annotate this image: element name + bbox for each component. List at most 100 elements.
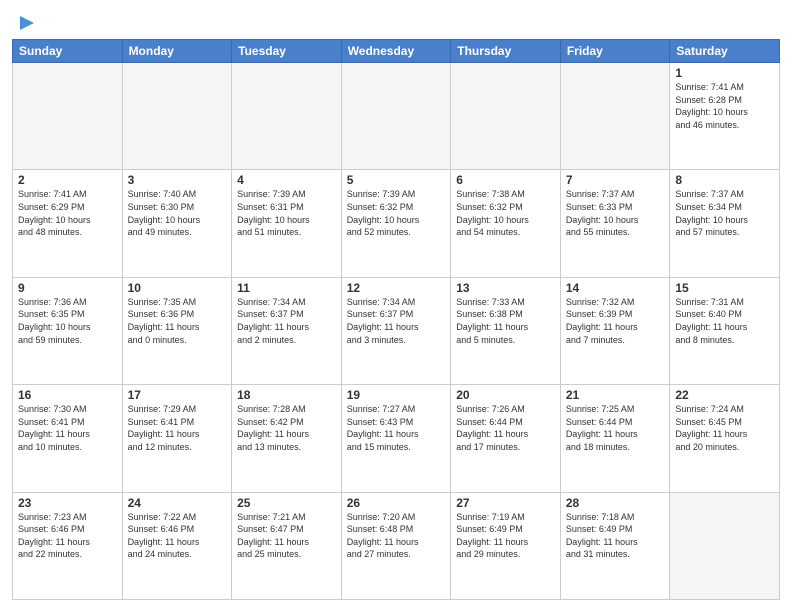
day-number: 4: [237, 173, 336, 187]
day-info: Sunrise: 7:40 AM Sunset: 6:30 PM Dayligh…: [128, 188, 227, 238]
day-number: 27: [456, 496, 555, 510]
day-cell: 26Sunrise: 7:20 AM Sunset: 6:48 PM Dayli…: [341, 492, 451, 599]
day-info: Sunrise: 7:25 AM Sunset: 6:44 PM Dayligh…: [566, 403, 665, 453]
day-number: 19: [347, 388, 446, 402]
day-number: 3: [128, 173, 227, 187]
day-info: Sunrise: 7:22 AM Sunset: 6:46 PM Dayligh…: [128, 511, 227, 561]
day-cell: 5Sunrise: 7:39 AM Sunset: 6:32 PM Daylig…: [341, 170, 451, 277]
day-number: 18: [237, 388, 336, 402]
day-cell: 25Sunrise: 7:21 AM Sunset: 6:47 PM Dayli…: [232, 492, 342, 599]
day-info: Sunrise: 7:35 AM Sunset: 6:36 PM Dayligh…: [128, 296, 227, 346]
day-number: 8: [675, 173, 774, 187]
week-row-3: 16Sunrise: 7:30 AM Sunset: 6:41 PM Dayli…: [13, 385, 780, 492]
weekday-header-thursday: Thursday: [451, 40, 561, 63]
day-cell: 19Sunrise: 7:27 AM Sunset: 6:43 PM Dayli…: [341, 385, 451, 492]
day-cell: [122, 63, 232, 170]
day-info: Sunrise: 7:37 AM Sunset: 6:33 PM Dayligh…: [566, 188, 665, 238]
day-cell: 28Sunrise: 7:18 AM Sunset: 6:49 PM Dayli…: [560, 492, 670, 599]
day-number: 14: [566, 281, 665, 295]
day-number: 10: [128, 281, 227, 295]
day-cell: 12Sunrise: 7:34 AM Sunset: 6:37 PM Dayli…: [341, 277, 451, 384]
day-cell: 8Sunrise: 7:37 AM Sunset: 6:34 PM Daylig…: [670, 170, 780, 277]
day-number: 12: [347, 281, 446, 295]
day-info: Sunrise: 7:30 AM Sunset: 6:41 PM Dayligh…: [18, 403, 117, 453]
day-cell: 20Sunrise: 7:26 AM Sunset: 6:44 PM Dayli…: [451, 385, 561, 492]
day-cell: 16Sunrise: 7:30 AM Sunset: 6:41 PM Dayli…: [13, 385, 123, 492]
day-cell: 15Sunrise: 7:31 AM Sunset: 6:40 PM Dayli…: [670, 277, 780, 384]
day-number: 5: [347, 173, 446, 187]
day-cell: 9Sunrise: 7:36 AM Sunset: 6:35 PM Daylig…: [13, 277, 123, 384]
calendar: SundayMondayTuesdayWednesdayThursdayFrid…: [12, 39, 780, 600]
day-info: Sunrise: 7:34 AM Sunset: 6:37 PM Dayligh…: [237, 296, 336, 346]
week-row-4: 23Sunrise: 7:23 AM Sunset: 6:46 PM Dayli…: [13, 492, 780, 599]
day-number: 21: [566, 388, 665, 402]
week-row-2: 9Sunrise: 7:36 AM Sunset: 6:35 PM Daylig…: [13, 277, 780, 384]
day-info: Sunrise: 7:38 AM Sunset: 6:32 PM Dayligh…: [456, 188, 555, 238]
weekday-header-monday: Monday: [122, 40, 232, 63]
logo: [12, 12, 36, 31]
day-cell: 6Sunrise: 7:38 AM Sunset: 6:32 PM Daylig…: [451, 170, 561, 277]
day-number: 11: [237, 281, 336, 295]
day-cell: 21Sunrise: 7:25 AM Sunset: 6:44 PM Dayli…: [560, 385, 670, 492]
day-cell: 11Sunrise: 7:34 AM Sunset: 6:37 PM Dayli…: [232, 277, 342, 384]
day-info: Sunrise: 7:20 AM Sunset: 6:48 PM Dayligh…: [347, 511, 446, 561]
weekday-header-row: SundayMondayTuesdayWednesdayThursdayFrid…: [13, 40, 780, 63]
day-cell: 27Sunrise: 7:19 AM Sunset: 6:49 PM Dayli…: [451, 492, 561, 599]
week-row-1: 2Sunrise: 7:41 AM Sunset: 6:29 PM Daylig…: [13, 170, 780, 277]
day-info: Sunrise: 7:41 AM Sunset: 6:29 PM Dayligh…: [18, 188, 117, 238]
day-number: 7: [566, 173, 665, 187]
weekday-header-saturday: Saturday: [670, 40, 780, 63]
day-cell: 3Sunrise: 7:40 AM Sunset: 6:30 PM Daylig…: [122, 170, 232, 277]
day-cell: 4Sunrise: 7:39 AM Sunset: 6:31 PM Daylig…: [232, 170, 342, 277]
day-number: 16: [18, 388, 117, 402]
day-info: Sunrise: 7:21 AM Sunset: 6:47 PM Dayligh…: [237, 511, 336, 561]
day-cell: 17Sunrise: 7:29 AM Sunset: 6:41 PM Dayli…: [122, 385, 232, 492]
day-number: 17: [128, 388, 227, 402]
day-cell: [670, 492, 780, 599]
day-number: 15: [675, 281, 774, 295]
day-cell: [232, 63, 342, 170]
day-cell: 13Sunrise: 7:33 AM Sunset: 6:38 PM Dayli…: [451, 277, 561, 384]
day-number: 25: [237, 496, 336, 510]
day-number: 20: [456, 388, 555, 402]
day-number: 23: [18, 496, 117, 510]
day-number: 6: [456, 173, 555, 187]
weekday-header-sunday: Sunday: [13, 40, 123, 63]
day-cell: 22Sunrise: 7:24 AM Sunset: 6:45 PM Dayli…: [670, 385, 780, 492]
day-info: Sunrise: 7:41 AM Sunset: 6:28 PM Dayligh…: [675, 81, 774, 131]
day-info: Sunrise: 7:23 AM Sunset: 6:46 PM Dayligh…: [18, 511, 117, 561]
day-cell: [451, 63, 561, 170]
day-number: 9: [18, 281, 117, 295]
day-cell: [341, 63, 451, 170]
day-info: Sunrise: 7:26 AM Sunset: 6:44 PM Dayligh…: [456, 403, 555, 453]
day-cell: 18Sunrise: 7:28 AM Sunset: 6:42 PM Dayli…: [232, 385, 342, 492]
day-info: Sunrise: 7:39 AM Sunset: 6:32 PM Dayligh…: [347, 188, 446, 238]
day-cell: 23Sunrise: 7:23 AM Sunset: 6:46 PM Dayli…: [13, 492, 123, 599]
day-info: Sunrise: 7:18 AM Sunset: 6:49 PM Dayligh…: [566, 511, 665, 561]
day-cell: 14Sunrise: 7:32 AM Sunset: 6:39 PM Dayli…: [560, 277, 670, 384]
day-info: Sunrise: 7:33 AM Sunset: 6:38 PM Dayligh…: [456, 296, 555, 346]
day-info: Sunrise: 7:39 AM Sunset: 6:31 PM Dayligh…: [237, 188, 336, 238]
page: SundayMondayTuesdayWednesdayThursdayFrid…: [0, 0, 792, 612]
day-number: 2: [18, 173, 117, 187]
weekday-header-wednesday: Wednesday: [341, 40, 451, 63]
weekday-header-tuesday: Tuesday: [232, 40, 342, 63]
header: [12, 12, 780, 31]
weekday-header-friday: Friday: [560, 40, 670, 63]
day-number: 22: [675, 388, 774, 402]
day-info: Sunrise: 7:34 AM Sunset: 6:37 PM Dayligh…: [347, 296, 446, 346]
day-info: Sunrise: 7:27 AM Sunset: 6:43 PM Dayligh…: [347, 403, 446, 453]
day-info: Sunrise: 7:19 AM Sunset: 6:49 PM Dayligh…: [456, 511, 555, 561]
day-cell: 2Sunrise: 7:41 AM Sunset: 6:29 PM Daylig…: [13, 170, 123, 277]
day-number: 1: [675, 66, 774, 80]
day-info: Sunrise: 7:29 AM Sunset: 6:41 PM Dayligh…: [128, 403, 227, 453]
day-info: Sunrise: 7:36 AM Sunset: 6:35 PM Dayligh…: [18, 296, 117, 346]
day-number: 13: [456, 281, 555, 295]
day-info: Sunrise: 7:37 AM Sunset: 6:34 PM Dayligh…: [675, 188, 774, 238]
day-cell: [560, 63, 670, 170]
week-row-0: 1Sunrise: 7:41 AM Sunset: 6:28 PM Daylig…: [13, 63, 780, 170]
day-number: 28: [566, 496, 665, 510]
day-number: 26: [347, 496, 446, 510]
day-cell: 7Sunrise: 7:37 AM Sunset: 6:33 PM Daylig…: [560, 170, 670, 277]
day-cell: 24Sunrise: 7:22 AM Sunset: 6:46 PM Dayli…: [122, 492, 232, 599]
